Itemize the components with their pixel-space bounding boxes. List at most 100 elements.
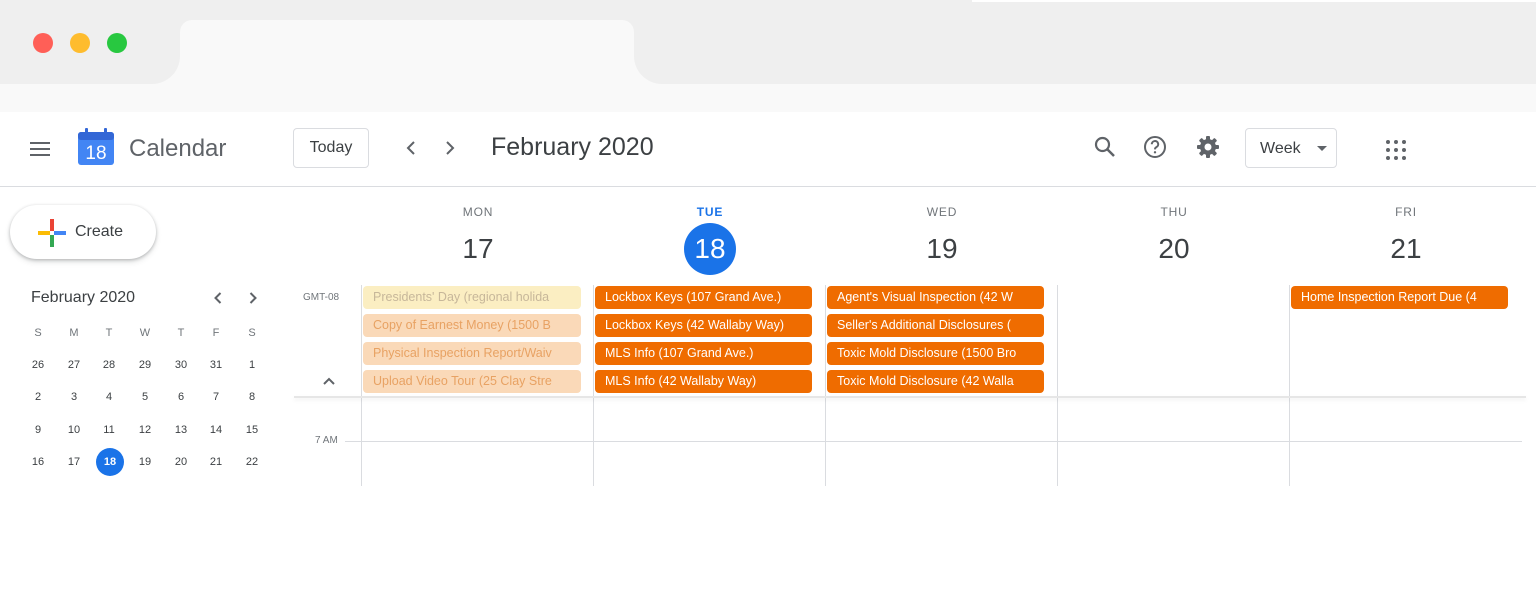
mini-day[interactable]: 19	[131, 448, 159, 476]
calendar-header: 18 Calendar Today February 2020 Week	[0, 112, 1536, 187]
mini-weekday: W	[139, 327, 151, 339]
close-window-button[interactable]	[33, 33, 53, 53]
mini-prev-month-icon[interactable]	[210, 290, 226, 306]
day-header-wed[interactable]: WED 19	[826, 205, 1058, 275]
mini-weekday: M	[69, 327, 79, 339]
mini-weekday: T	[105, 327, 113, 339]
mini-day[interactable]: 12	[131, 416, 159, 444]
event-chip[interactable]: Toxic Mold Disclosure (1500 Bro	[827, 342, 1044, 365]
grid-line	[1057, 285, 1058, 486]
day-header-tue[interactable]: TUE 18	[594, 205, 826, 275]
timezone-label: GMT-08	[303, 292, 340, 303]
mini-day[interactable]: 27	[60, 351, 88, 379]
menu-icon[interactable]	[28, 140, 52, 158]
grid-line	[593, 285, 594, 486]
mini-day[interactable]: 2	[24, 383, 52, 411]
event-chip[interactable]: MLS Info (42 Wallaby Way)	[595, 370, 812, 393]
create-button[interactable]: Create	[10, 205, 156, 259]
event-chip[interactable]: Lockbox Keys (42 Wallaby Way)	[595, 314, 812, 337]
calendar-logo-icon: 18	[78, 128, 114, 165]
app-name: Calendar	[129, 135, 227, 162]
mini-day[interactable]: 4	[95, 383, 123, 411]
mini-day[interactable]: 9	[24, 416, 52, 444]
chevron-left-icon[interactable]	[401, 138, 421, 158]
event-chip[interactable]: Lockbox Keys (107 Grand Ave.)	[595, 286, 812, 309]
event-chip[interactable]: Home Inspection Report Due (4	[1291, 286, 1508, 309]
day-header-fri[interactable]: FRI 21	[1290, 205, 1522, 275]
mini-day[interactable]: 8	[238, 383, 266, 411]
day-of-week: TUE	[696, 205, 724, 219]
mini-next-month-icon[interactable]	[245, 290, 261, 306]
tab-corner-right	[634, 56, 662, 84]
day-header-thu[interactable]: THU 20	[1058, 205, 1290, 275]
tab-strip-edge	[972, 0, 1536, 2]
event-chip[interactable]: Agent's Visual Inspection (42 W	[827, 286, 1044, 309]
mini-weekday: F	[212, 327, 220, 339]
caret-down-icon	[1317, 146, 1327, 151]
today-button[interactable]: Today	[293, 128, 369, 168]
mini-weekday: S	[248, 327, 256, 339]
chevron-up-icon[interactable]	[320, 374, 338, 388]
day-number[interactable]: 19	[826, 223, 1058, 275]
settings-icon[interactable]	[1195, 134, 1221, 160]
view-select[interactable]: Week	[1245, 128, 1337, 168]
mini-day[interactable]: 26	[24, 351, 52, 379]
mini-day[interactable]: 17	[60, 448, 88, 476]
mini-weekday: S	[34, 327, 42, 339]
mini-day[interactable]: 16	[24, 448, 52, 476]
event-chip[interactable]: Upload Video Tour (25 Clay Stre	[363, 370, 581, 393]
mini-weekday: T	[177, 327, 185, 339]
mini-day[interactable]: 22	[238, 448, 266, 476]
grid-line	[825, 285, 826, 486]
logo-day: 18	[85, 143, 106, 164]
day-of-week: MON	[462, 205, 494, 219]
mini-day-selected[interactable]: 18	[96, 448, 124, 476]
tab-corner-left	[152, 56, 180, 84]
mini-day[interactable]: 7	[202, 383, 230, 411]
event-chip[interactable]: Physical Inspection Report/Waiv	[363, 342, 581, 365]
apps-icon[interactable]	[1386, 140, 1406, 160]
mini-day[interactable]: 31	[202, 351, 230, 379]
mini-day[interactable]: 29	[131, 351, 159, 379]
hour-line	[345, 441, 1522, 442]
day-of-week: WED	[926, 205, 958, 219]
event-chip[interactable]: MLS Info (107 Grand Ave.)	[595, 342, 812, 365]
day-number-today[interactable]: 18	[684, 223, 736, 275]
mini-day[interactable]: 14	[202, 416, 230, 444]
create-label: Create	[75, 223, 124, 240]
event-chip[interactable]: Copy of Earnest Money (1500 B	[363, 314, 581, 337]
event-chip[interactable]: Toxic Mold Disclosure (42 Walla	[827, 370, 1044, 393]
event-chip[interactable]: Seller's Additional Disclosures (	[827, 314, 1044, 337]
mini-day[interactable]: 30	[167, 351, 195, 379]
mini-calendar-title: February 2020	[31, 289, 136, 306]
zoom-window-button[interactable]	[107, 33, 127, 53]
chevron-right-icon[interactable]	[440, 138, 460, 158]
day-number[interactable]: 21	[1290, 223, 1522, 275]
help-icon[interactable]	[1142, 134, 1168, 160]
mini-day[interactable]: 21	[202, 448, 230, 476]
minimize-window-button[interactable]	[70, 33, 90, 53]
all-day-divider	[294, 396, 1526, 398]
month-title: February 2020	[491, 133, 654, 161]
grid-line	[361, 285, 362, 486]
mini-day[interactable]: 6	[167, 383, 195, 411]
search-icon[interactable]	[1092, 134, 1118, 160]
day-number[interactable]: 20	[1058, 223, 1290, 275]
mini-day[interactable]: 3	[60, 383, 88, 411]
day-header-mon[interactable]: MON 17	[362, 205, 594, 275]
mini-day[interactable]: 1	[238, 351, 266, 379]
view-select-label: Week	[1260, 140, 1301, 157]
mini-day[interactable]: 20	[167, 448, 195, 476]
event-chip[interactable]: Presidents' Day (regional holida	[363, 286, 581, 309]
mini-day[interactable]: 13	[167, 416, 195, 444]
browser-tab[interactable]	[180, 20, 634, 84]
mini-day[interactable]: 15	[238, 416, 266, 444]
mini-day[interactable]: 28	[95, 351, 123, 379]
day-number[interactable]: 17	[362, 223, 594, 275]
plus-icon	[38, 219, 66, 247]
mini-day[interactable]: 5	[131, 383, 159, 411]
mini-day[interactable]: 11	[95, 416, 123, 444]
day-of-week: FRI	[1395, 205, 1417, 219]
browser-chrome	[0, 0, 1536, 112]
mini-day[interactable]: 10	[60, 416, 88, 444]
